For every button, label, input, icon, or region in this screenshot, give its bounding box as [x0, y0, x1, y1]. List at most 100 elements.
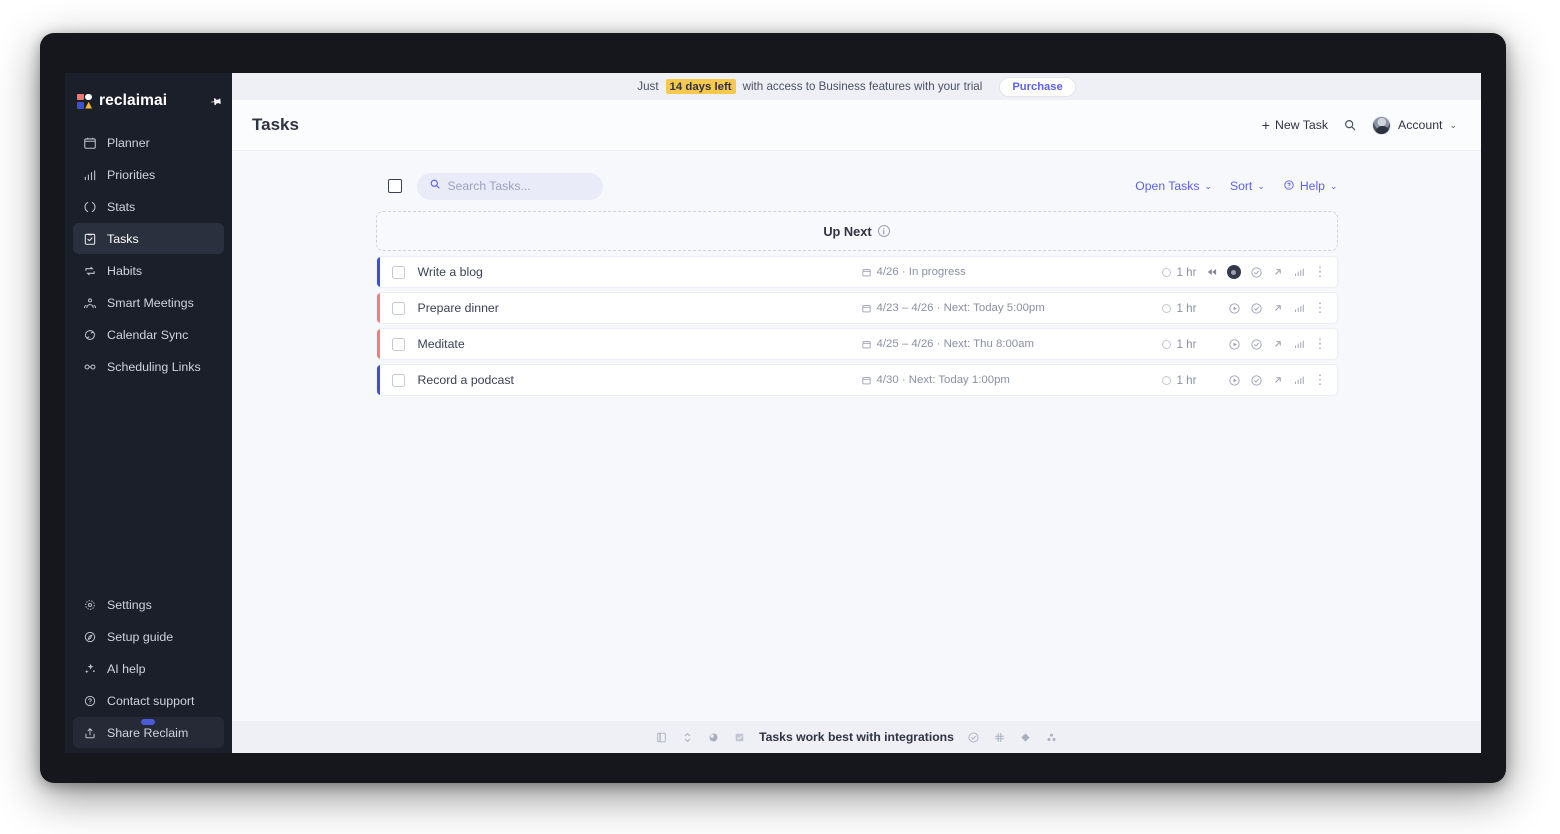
asana-icon[interactable] [707, 731, 720, 744]
notion-icon[interactable] [655, 731, 668, 744]
select-all-checkbox[interactable] [387, 179, 402, 193]
more-options-icon[interactable]: ⋮ [1314, 301, 1327, 314]
up-next-dropzone[interactable]: Up Next i [375, 211, 1338, 251]
bar-chart-icon [83, 168, 97, 182]
sidebar-item-label: Scheduling Links [107, 359, 201, 374]
trial-days-left: 14 days left [665, 79, 736, 94]
task-checkbox[interactable] [391, 301, 405, 315]
filter-sort[interactable]: Sort ⌄ [1230, 179, 1265, 193]
open-detail-icon[interactable] [1272, 302, 1284, 314]
search-input[interactable] [447, 179, 588, 193]
account-menu[interactable]: Account ⌄ [1372, 115, 1457, 135]
sidebar-item-label: Tasks [107, 231, 139, 246]
priority-bars-icon[interactable] [1293, 374, 1305, 386]
purchase-button[interactable]: Purchase [999, 76, 1076, 97]
jira-icon[interactable] [1045, 731, 1058, 744]
chevron-down-icon: ⌄ [1204, 180, 1212, 191]
duration-ring-icon [1161, 303, 1171, 313]
filter-help[interactable]: Help ⌄ [1283, 179, 1338, 194]
sidebar-item-label: Setup guide [107, 629, 174, 644]
sidebar-item-settings[interactable]: Settings [73, 589, 224, 620]
task-color-bar [376, 365, 380, 395]
task-color-bar [376, 257, 380, 287]
calendar-icon [861, 339, 872, 350]
filter-label: Sort [1229, 179, 1253, 193]
sidebar-item-habits[interactable]: Habits [73, 255, 224, 286]
pin-icon[interactable] [209, 93, 224, 108]
task-color-bar [376, 329, 380, 359]
task-title: Meditate [417, 337, 465, 351]
task-row[interactable]: Write a blog 4/26 · In progress 1 hr ⋮ [375, 256, 1338, 288]
task-row[interactable]: Meditate 4/25 – 4/26 · Next: Thu 8:00am … [375, 328, 1338, 360]
plus-icon: + [1261, 117, 1270, 133]
new-task-button[interactable]: + New Task [1262, 118, 1328, 132]
share-upload-icon [83, 726, 97, 740]
rewind-icon[interactable] [1206, 266, 1218, 278]
task-meta-text: 4/26 · In progress [876, 266, 966, 278]
linear-icon[interactable] [1019, 731, 1032, 744]
task-title: Write a blog [417, 265, 483, 279]
sync-icon [83, 328, 97, 342]
search-tasks-box[interactable] [416, 172, 603, 200]
sidebar-item-contact-support[interactable]: Contact support [73, 685, 224, 716]
sidebar-item-ai-help[interactable]: AI help [73, 653, 224, 684]
open-detail-icon[interactable] [1272, 374, 1284, 386]
sidebar-item-stats[interactable]: Stats [73, 191, 224, 222]
task-checkbox[interactable] [391, 373, 405, 387]
task-actions: ⋮ [1206, 265, 1327, 279]
compass-icon [83, 630, 97, 644]
sidebar-item-setup-guide[interactable]: Setup guide [73, 621, 224, 652]
task-checkbox[interactable] [391, 265, 405, 279]
google-tasks-icon[interactable] [733, 731, 746, 744]
stop-timer-button[interactable] [1226, 265, 1241, 279]
screenshot-root: reclaimai Planner Priorities Stats Tasks… [0, 0, 1560, 834]
link-icon [83, 360, 97, 374]
sidebar-item-label: Share Reclaim [107, 725, 189, 740]
task-actions: ⋮ [1228, 337, 1327, 351]
sidebar-item-scheduling-links[interactable]: Scheduling Links [73, 351, 224, 382]
task-color-bar [376, 293, 380, 323]
filter-open-tasks[interactable]: Open Tasks ⌄ [1135, 179, 1212, 193]
task-row[interactable]: Record a podcast 4/30 · Next: Today 1:00… [375, 364, 1338, 396]
sidebar-item-label: AI help [107, 661, 146, 676]
sidebar-item-calendar-sync[interactable]: Calendar Sync [73, 319, 224, 350]
search-icon[interactable] [1343, 118, 1357, 132]
task-checkbox[interactable] [391, 337, 405, 351]
start-timer-icon[interactable] [1228, 338, 1241, 351]
mark-complete-icon[interactable] [1250, 338, 1263, 351]
open-detail-icon[interactable] [1272, 266, 1284, 278]
calendar-icon [861, 303, 872, 314]
calendar-icon [83, 136, 97, 150]
start-timer-icon[interactable] [1228, 302, 1241, 315]
info-icon[interactable]: i [877, 225, 890, 237]
more-options-icon[interactable]: ⋮ [1314, 265, 1327, 278]
calendar-icon [861, 375, 872, 386]
sidebar-item-smart-meetings[interactable]: Smart Meetings [73, 287, 224, 318]
mark-complete-icon[interactable] [1250, 374, 1263, 387]
priority-bars-icon[interactable] [1293, 338, 1305, 350]
priority-bars-icon[interactable] [1293, 266, 1305, 278]
task-duration: 1 hr [1161, 302, 1196, 315]
task-meta-text: 4/25 – 4/26 · Next: Thu 8:00am [876, 338, 1034, 350]
chevron-down-icon: ⌄ [1449, 119, 1457, 130]
task-row[interactable]: Prepare dinner 4/23 – 4/26 · Next: Today… [375, 292, 1338, 324]
sidebar-item-tasks[interactable]: Tasks [73, 223, 224, 254]
todoist-icon[interactable] [681, 731, 694, 744]
open-detail-icon[interactable] [1272, 338, 1284, 350]
task-duration-text: 1 hr [1176, 373, 1197, 387]
clickup-icon[interactable] [967, 731, 980, 744]
sidebar-item-priorities[interactable]: Priorities [73, 159, 224, 190]
mark-complete-icon[interactable] [1250, 266, 1263, 279]
slack-icon[interactable] [993, 731, 1006, 744]
sidebar-item-planner[interactable]: Planner [73, 127, 224, 158]
task-duration: 1 hr [1161, 373, 1197, 387]
task-meta: 4/23 – 4/26 · Next: Today 5:00pm [861, 302, 1045, 314]
brand[interactable]: reclaimai [77, 83, 222, 119]
priority-bars-icon[interactable] [1293, 302, 1305, 314]
mark-complete-icon[interactable] [1250, 302, 1263, 315]
task-actions: ⋮ [1228, 373, 1327, 387]
start-timer-icon[interactable] [1228, 374, 1241, 387]
more-options-icon[interactable]: ⋮ [1314, 337, 1327, 350]
gear-icon [83, 598, 97, 612]
more-options-icon[interactable]: ⋮ [1314, 373, 1327, 386]
